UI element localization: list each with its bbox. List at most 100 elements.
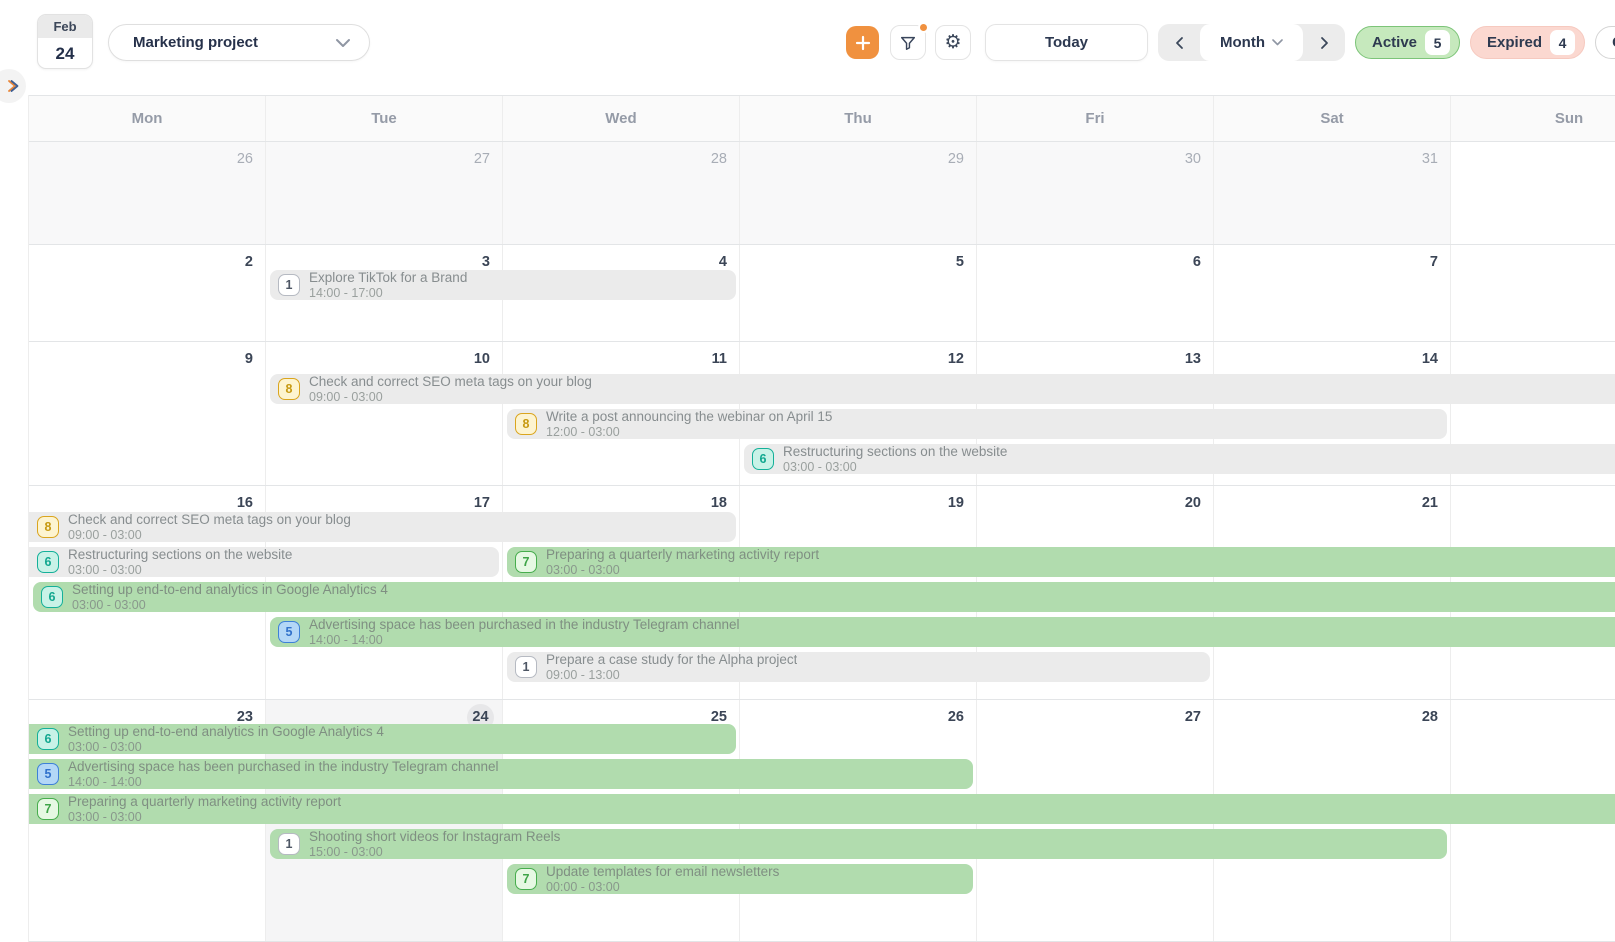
date-number: 19 bbox=[944, 495, 964, 511]
event-time-range: 03:00 - 03:00 bbox=[68, 740, 384, 754]
date-number: 7 bbox=[1418, 254, 1438, 270]
event-count-badge: 5 bbox=[37, 763, 59, 785]
day-header-sun: Sun bbox=[1451, 96, 1615, 141]
date-number: 27 bbox=[470, 151, 490, 167]
event-bar[interactable]: 7 Preparing a quarterly marketing activit… bbox=[507, 547, 1615, 577]
event-time-range: 03:00 - 03:00 bbox=[783, 460, 1007, 474]
view-mode-selector[interactable]: Month bbox=[1200, 24, 1303, 61]
filter-button[interactable] bbox=[890, 25, 926, 60]
chevron-down-icon bbox=[335, 38, 351, 48]
calendar-day-cell[interactable] bbox=[1451, 245, 1615, 341]
event-count-badge: 6 bbox=[37, 551, 59, 573]
status-filter-active[interactable]: Active5 bbox=[1355, 26, 1460, 59]
event-bar[interactable]: 7 Preparing a quarterly marketing activit… bbox=[29, 794, 1615, 824]
event-title: Explore TikTok for a Brand bbox=[309, 270, 467, 285]
calendar-day-cell[interactable]: 5 bbox=[740, 245, 977, 341]
event-title: Prepare a case study for the Alpha proje… bbox=[546, 652, 797, 667]
calendar-day-cell[interactable] bbox=[1451, 142, 1615, 244]
event-title: Write a post announcing the webinar on A… bbox=[546, 409, 832, 424]
calendar-day-cell[interactable]: 6 bbox=[977, 245, 1214, 341]
event-title: Setting up end-to-end analytics in Googl… bbox=[72, 582, 388, 597]
date-number: 5 bbox=[944, 254, 964, 270]
event-title: Preparing a quarterly marketing activity… bbox=[68, 794, 341, 809]
date-number: 21 bbox=[1418, 495, 1438, 511]
event-count-badge: 1 bbox=[515, 656, 537, 678]
date-number: 11 bbox=[707, 351, 727, 367]
event-count-badge: 1 bbox=[278, 833, 300, 855]
event-title: Setting up end-to-end analytics in Googl… bbox=[68, 724, 384, 739]
date-number: 20 bbox=[1181, 495, 1201, 511]
event-bar[interactable]: 1Shooting short videos for Instagram Ree… bbox=[270, 829, 1447, 859]
event-bar[interactable]: 5Advertising space has been purchased in… bbox=[29, 759, 973, 789]
status-filter-expired[interactable]: Expired 4 bbox=[1470, 26, 1585, 59]
event-bar[interactable]: 6 Restructuring sections on the website03… bbox=[744, 444, 1615, 474]
calendar-day-cell[interactable]: 7 bbox=[1214, 245, 1451, 341]
event-count-badge: 7 bbox=[515, 551, 537, 573]
event-count-badge: 7 bbox=[515, 868, 537, 890]
add-task-button[interactable] bbox=[846, 26, 879, 59]
calendar-day-cell[interactable]: 10 bbox=[266, 342, 503, 485]
event-count-badge: 6 bbox=[752, 448, 774, 470]
mini-calendar-date-box[interactable]: Feb 24 bbox=[37, 14, 93, 69]
calendar-day-cell[interactable]: 29 bbox=[740, 142, 977, 244]
calendar-navigation: Month bbox=[1158, 24, 1345, 61]
day-header-sat: Sat bbox=[1214, 96, 1451, 141]
calendar-day-cell[interactable]: 2 bbox=[29, 245, 266, 341]
date-number: 17 bbox=[470, 495, 490, 511]
status-filter-completed[interactable]: Completed bbox=[1595, 26, 1615, 59]
event-title: Check and correct SEO meta tags on your … bbox=[68, 512, 351, 527]
calendar-day-cell[interactable]: 27 bbox=[266, 142, 503, 244]
mini-calendar-day: 24 bbox=[38, 38, 92, 69]
mini-calendar-month: Feb bbox=[38, 15, 92, 38]
calendar-day-cell[interactable]: 30 bbox=[977, 142, 1214, 244]
event-bar[interactable]: 7Update templates for email newsletters0… bbox=[507, 864, 973, 894]
event-bar[interactable]: 8Check and correct SEO meta tags on your… bbox=[270, 374, 1615, 404]
day-header-wed: Wed bbox=[503, 96, 740, 141]
chevron-right-icon bbox=[5, 78, 21, 94]
date-number: 10 bbox=[470, 351, 490, 367]
status-filter-label: Expired bbox=[1487, 34, 1542, 51]
date-number: 18 bbox=[707, 495, 727, 511]
date-number: 9 bbox=[233, 351, 253, 367]
date-number: 6 bbox=[1181, 254, 1201, 270]
day-header-tue: Tue bbox=[266, 96, 503, 141]
event-time-range: 09:00 - 13:00 bbox=[546, 668, 797, 682]
previous-period-button[interactable] bbox=[1158, 24, 1200, 61]
next-period-button[interactable] bbox=[1303, 24, 1345, 61]
date-number: 28 bbox=[1418, 709, 1438, 725]
date-number: 23 bbox=[233, 709, 253, 725]
event-count-badge: 6 bbox=[37, 728, 59, 750]
event-bar[interactable]: 6Setting up end-to-end analytics in Goog… bbox=[33, 582, 1615, 612]
event-count-badge: 8 bbox=[278, 378, 300, 400]
settings-button[interactable]: ⚙ bbox=[935, 25, 971, 60]
event-count-badge: 8 bbox=[37, 516, 59, 538]
calendar-day-cell[interactable]: 26 bbox=[29, 142, 266, 244]
event-time-range: 03:00 - 03:00 bbox=[68, 563, 292, 577]
event-title: Advertising space has been purchased in … bbox=[309, 617, 740, 632]
event-time-range: 15:00 - 03:00 bbox=[309, 845, 560, 859]
calendar-day-cell[interactable]: 9 bbox=[29, 342, 266, 485]
calendar-day-cell[interactable]: 28 bbox=[503, 142, 740, 244]
project-selector[interactable]: Marketing project bbox=[108, 24, 370, 61]
event-bar[interactable]: 8Write a post announcing the webinar on … bbox=[507, 409, 1447, 439]
event-title: Restructuring sections on the website bbox=[783, 444, 1007, 459]
week-row: 2345671Explore TikTok for a Brand14:00 -… bbox=[29, 245, 1615, 342]
calendar-day-cell[interactable]: 31 bbox=[1214, 142, 1451, 244]
event-time-range: 09:00 - 03:00 bbox=[309, 390, 592, 404]
date-number: 4 bbox=[707, 254, 727, 270]
today-button[interactable]: Today bbox=[985, 24, 1148, 61]
event-bar[interactable]: 1 Prepare a case study for the Alpha proj… bbox=[507, 652, 1210, 682]
date-number: 25 bbox=[707, 709, 727, 725]
event-bar[interactable]: 6 Setting up end-to-end analytics in Goog… bbox=[29, 724, 736, 754]
event-bar[interactable]: 8 Check and correct SEO meta tags on your… bbox=[29, 512, 736, 542]
chevron-left-icon bbox=[1175, 36, 1184, 50]
event-bar[interactable]: 1Explore TikTok for a Brand14:00 - 17:00 bbox=[270, 270, 736, 300]
project-selector-label: Marketing project bbox=[133, 34, 335, 51]
event-count-badge: 7 bbox=[37, 798, 59, 820]
event-bar[interactable]: 6Restructuring sections on the website03… bbox=[29, 547, 499, 577]
week-row: 1617181920218Check and correct SEO meta … bbox=[29, 486, 1615, 700]
status-filter-count: 4 bbox=[1550, 30, 1575, 55]
event-bar[interactable]: 5Advertising space has been purchased in… bbox=[270, 617, 1615, 647]
event-title: Preparing a quarterly marketing activity… bbox=[546, 547, 819, 562]
chevron-right-icon bbox=[1320, 36, 1329, 50]
